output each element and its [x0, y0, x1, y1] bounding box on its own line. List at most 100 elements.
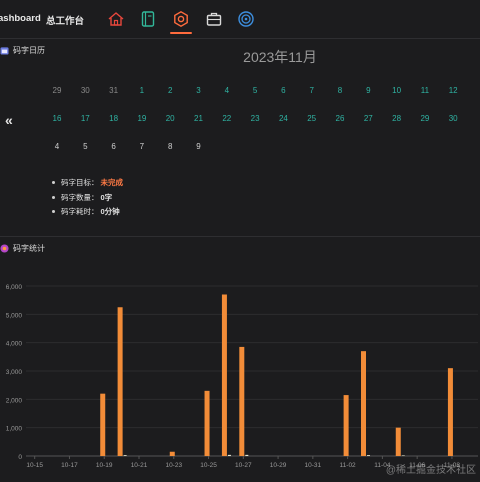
section-divider: [0, 236, 480, 237]
bar[interactable]: [221, 294, 227, 457]
bar[interactable]: [100, 393, 106, 456]
calendar-day[interactable]: 26: [329, 114, 351, 123]
stats-title: 码字统计: [13, 244, 45, 253]
briefcase-icon[interactable]: [205, 10, 223, 28]
bar[interactable]: [239, 346, 245, 456]
bullet-dot: [52, 196, 55, 199]
calendar-day[interactable]: 19: [131, 114, 153, 123]
notebook-icon[interactable]: [139, 10, 157, 28]
x-tick-label: 10-31: [305, 462, 322, 469]
calendar-section-title: 码字日历: [0, 45, 45, 56]
summary-value: 未完成: [100, 178, 124, 187]
bar[interactable]: [367, 455, 370, 456]
calendar-day[interactable]: 12: [442, 86, 464, 95]
summary-label: 码字耗时：: [61, 207, 99, 216]
summary-value: 0分钟: [100, 207, 120, 216]
calendar-icon: [0, 47, 9, 55]
summary-label: 码字数量：: [61, 193, 99, 202]
summary-value: 0字: [100, 193, 113, 202]
calendar-day[interactable]: 29: [414, 114, 436, 123]
x-tick-label: 10-15: [26, 462, 43, 469]
calendar-day[interactable]: 28: [386, 114, 408, 123]
header-divider: [0, 38, 480, 39]
calendar-day[interactable]: 20: [159, 114, 181, 123]
calendar-day[interactable]: 8: [329, 86, 351, 95]
x-tick-label: 11-02: [340, 462, 357, 469]
stats-chart-container: 0 1,000 2,000 3,000 4,000 5,000 6,000 10-15 10-1…: [0, 270, 480, 480]
x-tick-label: 10-19: [96, 462, 113, 469]
bar[interactable]: [401, 455, 405, 456]
y-tick-label: 2,000: [6, 397, 23, 404]
y-tick-label: 5,000: [6, 312, 23, 319]
word-count-chart: 0 1,000 2,000 3,000 4,000 5,000 6,000 10-15 10-1…: [6, 284, 478, 469]
calendar-day[interactable]: 4: [216, 86, 238, 95]
calendar-day[interactable]: 29: [46, 86, 68, 95]
bar[interactable]: [361, 351, 366, 456]
bar[interactable]: [227, 454, 231, 456]
summary-label: 码字目标：: [61, 178, 99, 187]
calendar-day[interactable]: 30: [74, 86, 96, 95]
calendar-day[interactable]: 25: [301, 114, 323, 123]
y-tick-label: 1,000: [6, 426, 23, 433]
bar[interactable]: [204, 390, 210, 456]
calendar-day[interactable]: 9: [188, 142, 210, 151]
calendar-day[interactable]: 4: [46, 142, 68, 151]
calendar-day[interactable]: 7: [301, 86, 323, 95]
calendar-day[interactable]: 10: [386, 86, 408, 95]
bar[interactable]: [117, 307, 123, 456]
bar[interactable]: [343, 395, 349, 456]
app-brand[interactable]: ashboard: [0, 13, 41, 24]
calendar-day[interactable]: 31: [103, 86, 125, 95]
x-tick-label: 10-21: [131, 462, 148, 469]
home-icon[interactable]: [107, 10, 125, 28]
y-tick-label: 0: [18, 454, 22, 461]
x-tick-label: 10-17: [61, 462, 78, 469]
calendar-day[interactable]: 17: [74, 114, 96, 123]
calendar-day[interactable]: 5: [74, 142, 96, 151]
top-bar: ashboard 总工作台: [0, 0, 480, 38]
active-tab-indicator: [170, 32, 192, 34]
calendar-day[interactable]: 7: [131, 142, 153, 151]
x-tick-label: 10-23: [165, 462, 182, 469]
calendar-day[interactable]: 22: [216, 114, 238, 123]
calendar-day[interactable]: 6: [272, 86, 294, 95]
month-title: 2023年11月: [243, 49, 317, 65]
x-tick-label: 10-27: [235, 462, 252, 469]
watermark: @稀土掘金技术社区: [385, 465, 476, 476]
calendar-day[interactable]: 18: [103, 114, 125, 123]
bullet-dot: [52, 210, 55, 213]
bar[interactable]: [245, 454, 249, 456]
target-icon[interactable]: [237, 10, 255, 28]
summary-item: 码字数量： 0字: [52, 192, 112, 203]
calendar-day[interactable]: 1: [131, 86, 153, 95]
bar[interactable]: [447, 368, 453, 456]
calendar-day[interactable]: 16: [46, 114, 68, 123]
calendar-day[interactable]: 3: [188, 86, 210, 95]
bar[interactable]: [169, 451, 175, 456]
bar[interactable]: [123, 455, 127, 456]
y-tick-label: 6,000: [6, 284, 23, 291]
y-tick-label: 3,000: [6, 369, 23, 376]
summary-item: 码字耗时： 0分钟: [52, 206, 120, 217]
workspace-title[interactable]: 总工作台: [46, 13, 84, 27]
calendar-day[interactable]: 24: [272, 114, 294, 123]
stats-section-title: 码字统计: [0, 243, 45, 254]
prev-month-button[interactable]: «: [5, 112, 13, 128]
calendar-day[interactable]: 27: [357, 114, 379, 123]
calendar-day[interactable]: 8: [159, 142, 181, 151]
calendar-day[interactable]: 23: [244, 114, 266, 123]
y-tick-label: 4,000: [6, 341, 23, 348]
calendar-day[interactable]: 2: [159, 86, 181, 95]
calendar-day[interactable]: 6: [103, 142, 125, 151]
calendar-day[interactable]: 21: [188, 114, 210, 123]
bullet-dot: [52, 181, 55, 184]
x-tick-label: 10-29: [270, 462, 287, 469]
calendar-day[interactable]: 30: [442, 114, 464, 123]
calendar-day[interactable]: 11: [414, 86, 436, 95]
summary-item: 码字目标： 未完成: [52, 177, 123, 188]
calendar-day[interactable]: 9: [357, 86, 379, 95]
calendar-day[interactable]: 5: [244, 86, 266, 95]
bar[interactable]: [395, 427, 401, 456]
settings-icon[interactable]: [172, 10, 190, 28]
calendar-title: 码字日历: [13, 46, 45, 55]
